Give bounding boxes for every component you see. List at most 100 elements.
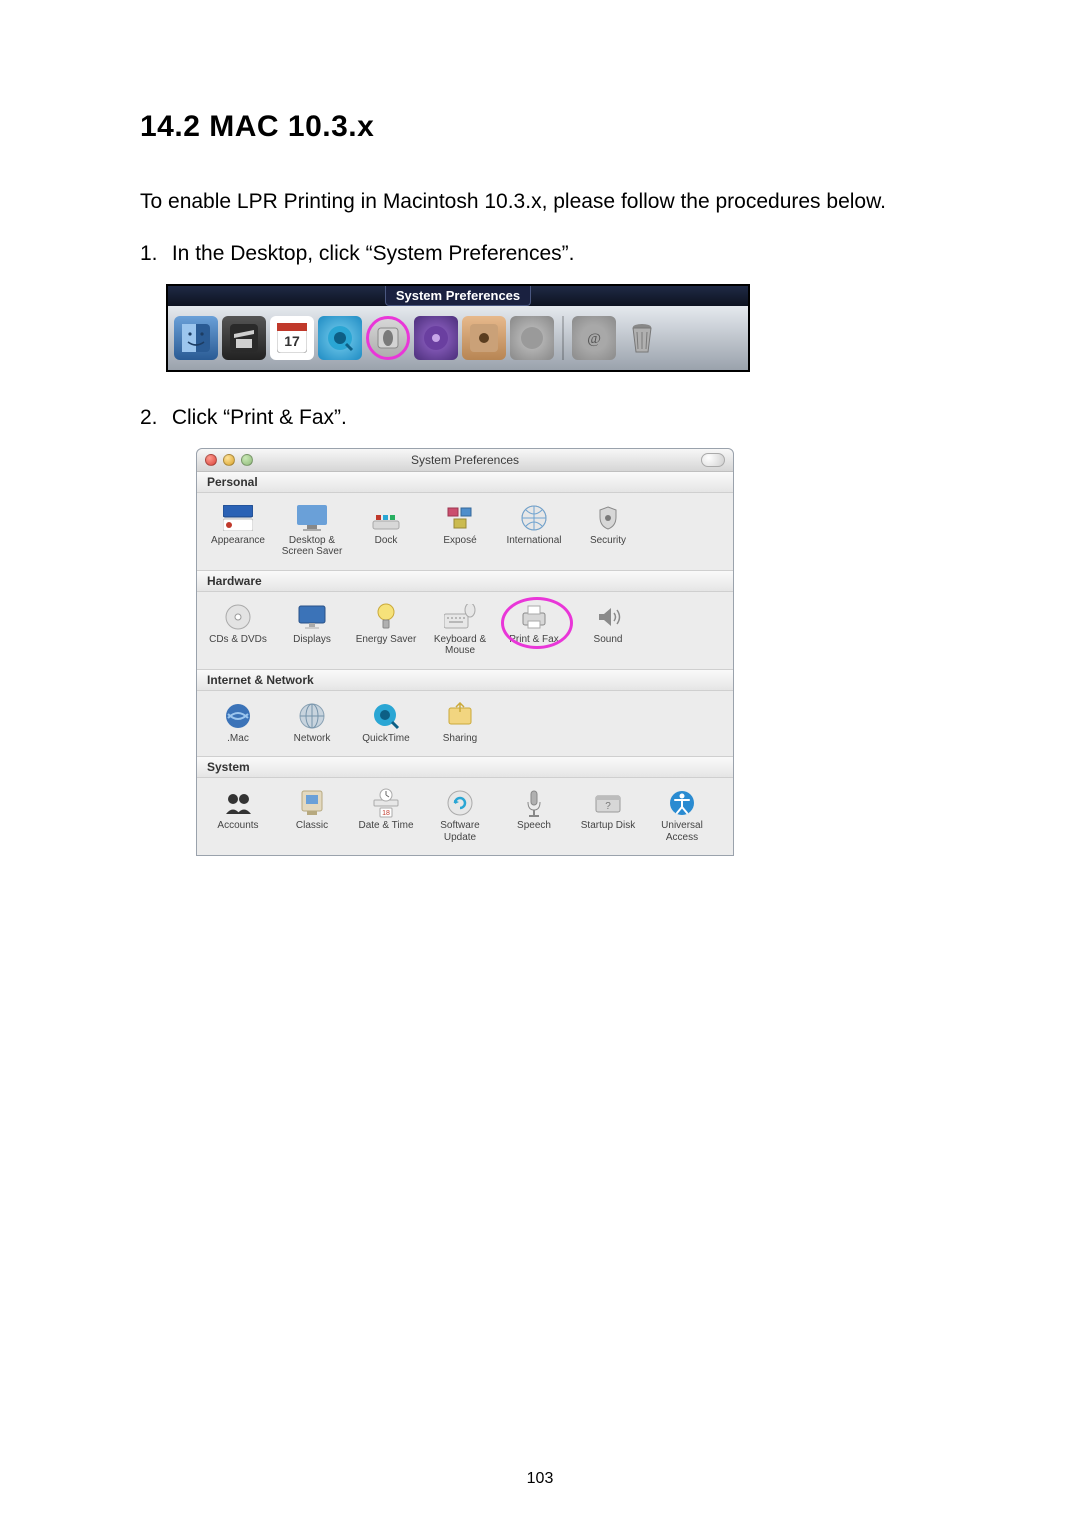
section-header: Personal <box>197 472 733 493</box>
pref-item-security[interactable]: Security <box>571 501 645 560</box>
pref-item-accounts[interactable]: Accounts <box>201 786 275 845</box>
pref-item-label: Sharing <box>443 733 477 745</box>
itunes-icon[interactable] <box>414 316 458 360</box>
section-heading: 14.2 MAC 10.3.x <box>140 110 940 144</box>
pref-item-label: International <box>506 535 561 547</box>
pref-item-desktop[interactable]: Desktop & Screen Saver <box>275 501 349 560</box>
pref-item-label: Startup Disk <box>581 820 635 832</box>
step-2-number: 2. <box>140 398 166 438</box>
section-header: Hardware <box>197 570 733 592</box>
zoom-icon[interactable] <box>241 454 253 466</box>
printfax-icon <box>517 602 551 632</box>
startup-icon: ? <box>591 788 625 818</box>
imovie-icon[interactable] <box>222 316 266 360</box>
syspref-body: Personal Appearance Desktop & Screen Saver… <box>197 472 733 856</box>
international-icon <box>517 503 551 533</box>
svg-text:@: @ <box>587 331 601 347</box>
network-icon <box>295 701 329 731</box>
pref-item-keyboard[interactable]: Keyboard & Mouse <box>423 600 497 659</box>
pref-item-universal[interactable]: Universal Access <box>645 786 719 845</box>
cds-icon <box>221 602 255 632</box>
pref-item-classic[interactable]: Classic <box>275 786 349 845</box>
dock-separator <box>562 316 564 360</box>
minimize-icon[interactable] <box>223 454 235 466</box>
pref-item-label: Keyboard & Mouse <box>424 634 496 657</box>
iphoto-icon[interactable] <box>462 316 506 360</box>
pref-item-label: QuickTime <box>362 733 409 745</box>
classic-icon <box>295 788 329 818</box>
pref-item-label: Energy Saver <box>356 634 417 646</box>
pref-item-datetime[interactable]: 18 Date & Time <box>349 786 423 845</box>
pref-item-sound[interactable]: Sound <box>571 600 645 659</box>
pref-item-printfax[interactable]: Print & Fax <box>497 600 571 659</box>
step-1: 1. In the Desktop, click “System Prefere… <box>140 234 940 274</box>
finder-icon[interactable] <box>174 316 218 360</box>
pref-item-speech[interactable]: Speech <box>497 786 571 845</box>
pref-item-label: Network <box>294 733 331 745</box>
system-preferences-icon[interactable] <box>366 316 410 360</box>
mail-icon[interactable]: @ <box>572 316 616 360</box>
close-icon[interactable] <box>205 454 217 466</box>
displays-icon <box>295 602 329 632</box>
toolbar-toggle-icon[interactable] <box>701 453 725 467</box>
quicktime-icon[interactable] <box>318 316 362 360</box>
datetime-icon: 18 <box>369 788 403 818</box>
pref-item-dock[interactable]: Dock <box>349 501 423 560</box>
appearance-icon <box>221 503 255 533</box>
pref-item-appearance[interactable]: Appearance <box>201 501 275 560</box>
ical-icon[interactable]: 17 <box>270 316 314 360</box>
pref-item-startup[interactable]: ? Startup Disk <box>571 786 645 845</box>
pref-item-label: Universal Access <box>646 820 718 843</box>
svg-text:17: 17 <box>284 333 300 349</box>
pref-item-label: Software Update <box>424 820 496 843</box>
intro-paragraph: To enable LPR Printing in Macintosh 10.3… <box>140 182 940 222</box>
generic-app-icon[interactable] <box>510 316 554 360</box>
system-preferences-window: System Preferences Personal Appearance Des… <box>196 448 734 857</box>
step-1-text: In the Desktop, click “System Preference… <box>172 242 575 265</box>
section-grid: CDs & DVDs Displays Energy Saver Keyboard &… <box>197 592 733 669</box>
section-grid: Accounts Classic 18 Date & Time Software Upd… <box>197 778 733 855</box>
pref-item-label: Displays <box>293 634 331 646</box>
pref-item-international[interactable]: International <box>497 501 571 560</box>
pref-item-cds[interactable]: CDs & DVDs <box>201 600 275 659</box>
pref-item-label: Date & Time <box>358 820 413 832</box>
pref-item-sharing[interactable]: Sharing <box>423 699 497 747</box>
pref-item-label: CDs & DVDs <box>209 634 267 646</box>
dotmac-icon <box>221 701 255 731</box>
titlebar: System Preferences <box>197 449 733 472</box>
step-2-text: Click “Print & Fax”. <box>172 406 347 429</box>
pref-item-label: Appearance <box>211 535 265 547</box>
pref-item-displays[interactable]: Displays <box>275 600 349 659</box>
pref-item-label: Dock <box>375 535 398 547</box>
pref-item-label: Speech <box>517 820 551 832</box>
dock-icon <box>369 503 403 533</box>
pref-item-label: Classic <box>296 820 328 832</box>
pref-item-energy[interactable]: Energy Saver <box>349 600 423 659</box>
speech-icon <box>517 788 551 818</box>
trash-icon[interactable] <box>620 316 664 360</box>
pref-item-update[interactable]: Software Update <box>423 786 497 845</box>
dock-tooltip: System Preferences <box>385 286 531 306</box>
page-number: 103 <box>0 1470 1080 1488</box>
pref-item-dotmac[interactable]: .Mac <box>201 699 275 747</box>
expose-icon <box>443 503 477 533</box>
svg-text:18: 18 <box>382 810 390 817</box>
pref-item-label: Security <box>590 535 626 547</box>
pref-item-quicktime[interactable]: QuickTime <box>349 699 423 747</box>
sharing-icon <box>443 701 477 731</box>
svg-text:?: ? <box>605 801 611 812</box>
section-grid: Appearance Desktop & Screen Saver Dock Expo… <box>197 493 733 570</box>
pref-item-label: Print & Fax <box>509 634 558 646</box>
dock-tooltip-row: System Preferences <box>168 286 748 306</box>
pref-item-network[interactable]: Network <box>275 699 349 747</box>
section-grid: .Mac Network QuickTime Sharing <box>197 691 733 757</box>
step-2: 2. Click “Print & Fax”. <box>140 398 940 438</box>
section-header: Internet & Network <box>197 669 733 691</box>
energy-icon <box>369 602 403 632</box>
accounts-icon <box>221 788 255 818</box>
window-title: System Preferences <box>197 453 733 467</box>
pref-item-expose[interactable]: Exposé <box>423 501 497 560</box>
desktop-icon <box>295 503 329 533</box>
pref-item-label: .Mac <box>227 733 249 745</box>
keyboard-icon <box>443 602 477 632</box>
